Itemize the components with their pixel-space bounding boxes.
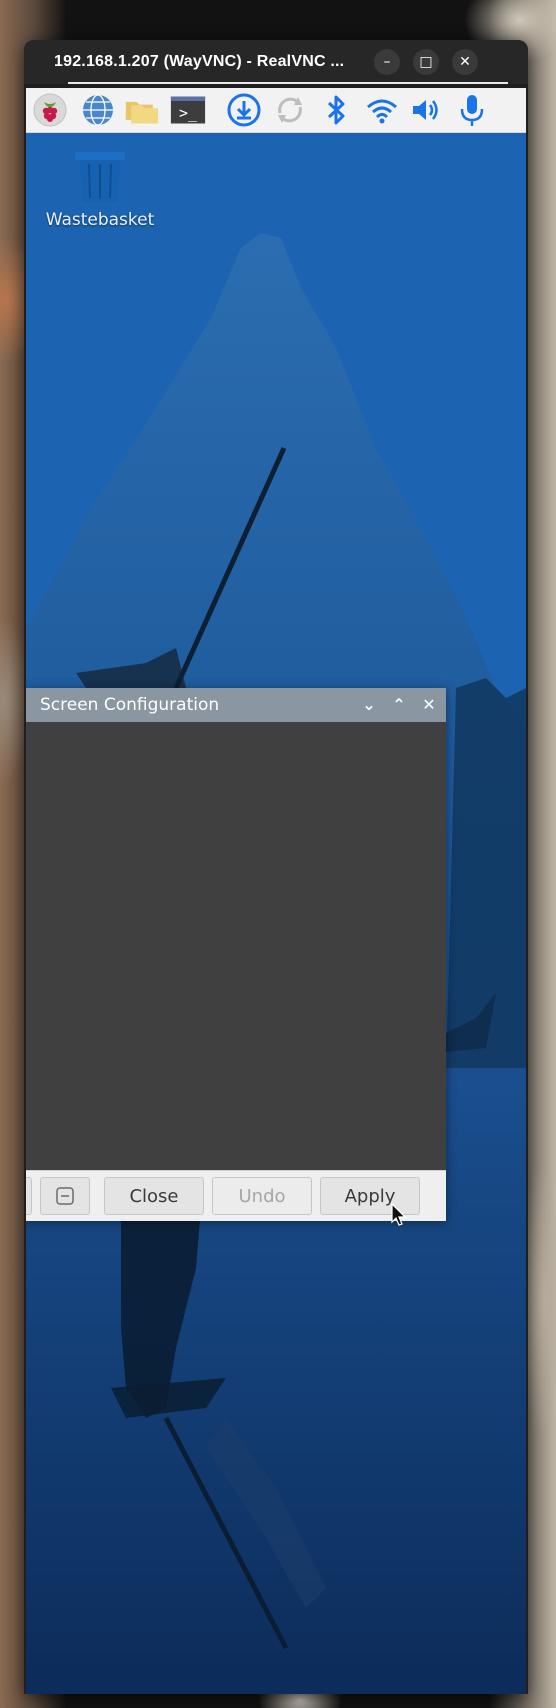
taskbar-panel: >_ [26, 88, 526, 133]
partial-button[interactable] [26, 1177, 32, 1215]
vnc-title-bar[interactable]: 192.168.1.207 (WayVNC) - RealVNC ... – □… [24, 40, 528, 84]
microphone-icon[interactable] [454, 93, 490, 127]
vnc-close-button[interactable]: ✕ [452, 49, 478, 75]
minimize-icon[interactable]: ⌄ [354, 688, 384, 722]
trash-can-icon [75, 152, 125, 202]
screen-layout-canvas[interactable] [26, 722, 446, 1170]
maximize-icon[interactable]: ⌃ [384, 688, 414, 722]
file-manager-icon[interactable] [124, 93, 160, 127]
screen-configuration-title: Screen Configuration [40, 695, 220, 715]
wastebasket-label: Wastebasket [45, 210, 155, 230]
raspberry-pi-menu-icon[interactable] [32, 93, 68, 127]
vnc-title-underline [68, 82, 508, 84]
volume-icon[interactable] [408, 93, 444, 127]
close-button[interactable]: Close [104, 1177, 204, 1215]
terminal-icon[interactable]: >_ [170, 93, 206, 127]
vnc-window-title: 192.168.1.207 (WayVNC) - RealVNC ... [54, 53, 345, 70]
terminal-prompt-glyph: >_ [179, 104, 198, 122]
software-update-icon[interactable] [226, 93, 262, 127]
undo-button[interactable]: Undo [212, 1177, 312, 1215]
vnc-maximize-button[interactable]: □ [413, 49, 439, 75]
sync-icon[interactable] [272, 93, 308, 127]
vnc-minimize-button[interactable]: – [374, 49, 400, 75]
vnc-viewer-window[interactable]: 192.168.1.207 (WayVNC) - RealVNC ... – □… [24, 40, 528, 1694]
close-icon[interactable]: ✕ [414, 688, 444, 722]
screen-configuration-title-bar[interactable]: Screen Configuration ⌄ ⌃ ✕ [26, 688, 446, 722]
wifi-icon[interactable] [364, 93, 400, 127]
mouse-cursor-icon [391, 1203, 407, 1226]
wastebasket-desktop-icon[interactable]: Wastebasket [40, 148, 160, 238]
menu-button[interactable] [40, 1177, 90, 1215]
remote-desktop[interactable]: >_ Wastebasket Screen Configuration ⌄ ⌃ … [26, 88, 526, 1694]
screen-configuration-window[interactable]: Screen Configuration ⌄ ⌃ ✕ Close Undo Ap… [26, 688, 446, 1221]
screen-configuration-button-bar: Close Undo Apply [26, 1170, 446, 1221]
menu-icon [56, 1187, 74, 1205]
web-browser-icon[interactable] [80, 93, 116, 127]
bluetooth-icon[interactable] [318, 93, 354, 127]
